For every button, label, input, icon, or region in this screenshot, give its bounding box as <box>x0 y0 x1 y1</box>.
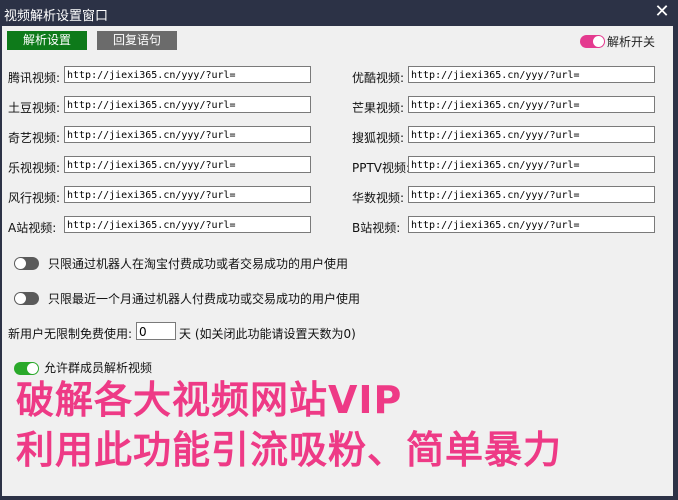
free-days-input[interactable]: 0 <box>136 322 176 340</box>
tencent-url-input[interactable]: http://jiexi365.cn/yyy/?url= <box>64 66 311 83</box>
acfun-url-input[interactable]: http://jiexi365.cn/yyy/?url= <box>64 216 311 233</box>
letv-label: 乐视视频: <box>8 161 61 175</box>
toggle-knob <box>593 36 604 47</box>
mango-label: 芒果视频: <box>352 101 405 115</box>
sohu-label: 搜狐视频: <box>352 131 405 145</box>
mango-url-input[interactable]: http://jiexi365.cn/yyy/?url= <box>408 96 655 113</box>
toggle-knob <box>15 258 26 269</box>
toggle-knob <box>15 293 26 304</box>
iqiyi-label: 奇艺视频: <box>8 131 61 145</box>
taobao-only-label: 只限通过机器人在淘宝付费成功或者交易成功的用户使用 <box>48 257 349 271</box>
pptv-url-input[interactable]: http://jiexi365.cn/yyy/?url= <box>408 156 655 173</box>
close-icon[interactable]: ✕ <box>652 2 672 22</box>
iqiyi-url-input[interactable]: http://jiexi365.cn/yyy/?url= <box>64 126 311 143</box>
acfun-label: A站视频: <box>8 221 57 235</box>
bilibili-url-input[interactable]: http://jiexi365.cn/yyy/?url= <box>408 216 655 233</box>
youku-label: 优酷视频: <box>352 71 405 85</box>
last-month-only-label: 只限最近一个月通过机器人付费成功或交易成功的用户使用 <box>48 292 361 306</box>
free-use-label: 新用户无限制免费使用: <box>8 327 133 341</box>
parse-settings-tab[interactable]: 解析设置 <box>7 31 87 50</box>
tudou-url-input[interactable]: http://jiexi365.cn/yyy/?url= <box>64 96 311 113</box>
taobao-only-toggle[interactable] <box>14 257 39 270</box>
title-bar: 视频解析设置窗口 ✕ <box>0 0 678 26</box>
sohu-url-input[interactable]: http://jiexi365.cn/yyy/?url= <box>408 126 655 143</box>
settings-window: 视频解析设置窗口 ✕ 解析设置 回复语句 解析开关 腾讯视频: http://j… <box>0 0 678 500</box>
promo-line-2: 利用此功能引流吸粉、简单暴力 <box>16 428 563 472</box>
wasu-url-input[interactable]: http://jiexi365.cn/yyy/?url= <box>408 186 655 203</box>
reply-text-tab[interactable]: 回复语句 <box>97 31 177 50</box>
parse-toggle-switch[interactable] <box>580 35 605 48</box>
free-days-unit-label: 天 (如关闭此功能请设置天数为0) <box>179 327 356 341</box>
funshion-label: 风行视频: <box>8 191 61 205</box>
bilibili-label: B站视频: <box>352 221 401 235</box>
promo-line-1: 破解各大视频网站VIP <box>16 378 403 422</box>
last-month-only-toggle[interactable] <box>14 292 39 305</box>
tudou-label: 土豆视频: <box>8 101 61 115</box>
youku-url-input[interactable]: http://jiexi365.cn/yyy/?url= <box>408 66 655 83</box>
settings-panel: 解析设置 回复语句 解析开关 腾讯视频: http://jiexi365.cn/… <box>2 26 673 496</box>
window-title: 视频解析设置窗口 <box>4 9 109 24</box>
parse-toggle-label: 解析开关 <box>607 35 656 49</box>
funshion-url-input[interactable]: http://jiexi365.cn/yyy/?url= <box>64 186 311 203</box>
pptv-label: PPTV视频: <box>352 161 411 175</box>
tencent-label: 腾讯视频: <box>8 71 61 85</box>
wasu-label: 华数视频: <box>352 191 405 205</box>
letv-url-input[interactable]: http://jiexi365.cn/yyy/?url= <box>64 156 311 173</box>
